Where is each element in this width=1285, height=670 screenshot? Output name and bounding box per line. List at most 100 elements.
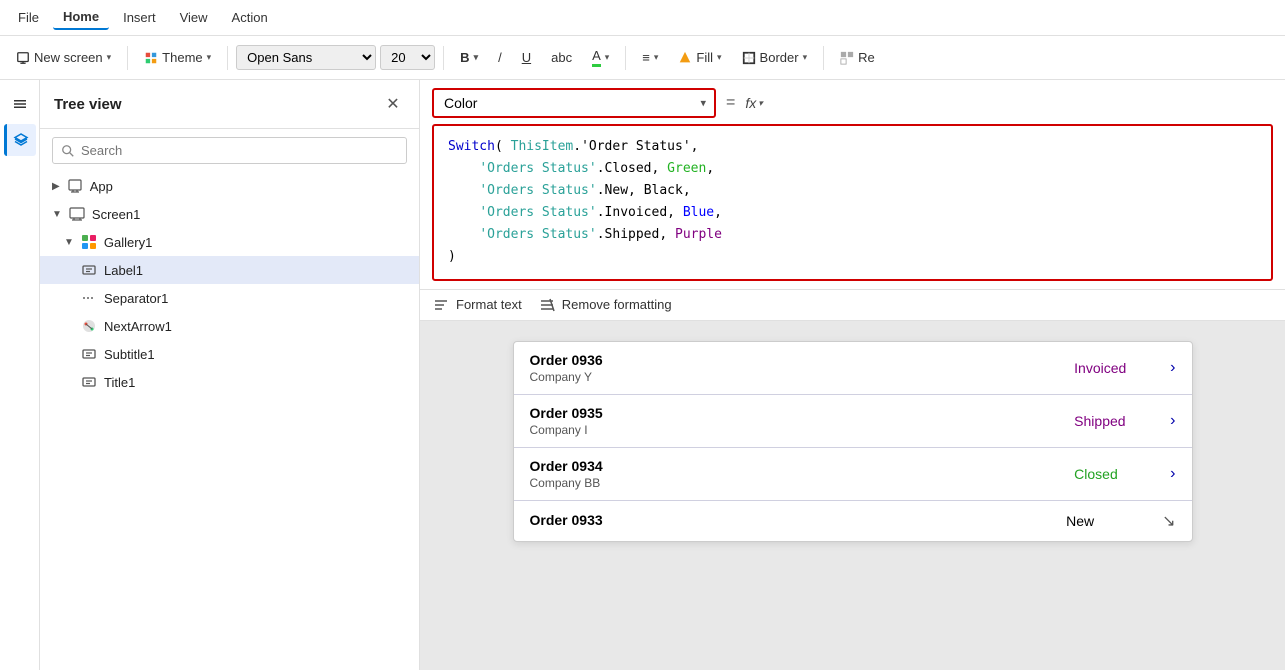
tree-items: ▶ App ▼ Screen1 ▼ Gallery1 — [40, 172, 419, 670]
canvas-area: Order 0936 Company Y Invoiced › Order 09… — [420, 321, 1285, 670]
layers-button[interactable] — [4, 124, 36, 156]
screen1-triangle-icon: ▼ — [52, 209, 62, 220]
subtitle1-icon — [80, 345, 98, 363]
tree-item-label1[interactable]: Label1 — [40, 256, 419, 284]
fill-label: Fill — [696, 50, 713, 65]
order-num-1: Order 0936 — [530, 352, 1059, 368]
tree-item-separator1-label: Separator1 — [104, 291, 168, 306]
new-screen-chevron-icon: ▾ — [107, 52, 112, 63]
tree-item-app-label: App — [90, 179, 113, 194]
main-layout: Tree view ✕ ▶ App ▼ Screen1 — [0, 80, 1285, 670]
order-company-1: Company Y — [530, 370, 1059, 384]
strikethrough-button[interactable]: abc — [543, 46, 580, 69]
menu-insert[interactable]: Insert — [113, 6, 166, 29]
font-color-label: A — [592, 48, 601, 67]
status-badge-4: New — [1066, 513, 1146, 529]
tree-item-app[interactable]: ▶ App — [40, 172, 419, 200]
table-row[interactable]: Order 0935 Company I Shipped › — [514, 395, 1192, 448]
format-text-icon — [432, 296, 450, 314]
font-select[interactable]: Open Sans — [236, 45, 376, 70]
theme-button[interactable]: Theme ▾ — [136, 46, 219, 69]
tree-item-screen1[interactable]: ▼ Screen1 — [40, 200, 419, 228]
new-screen-button[interactable]: New screen ▾ — [8, 46, 119, 69]
fill-chevron-icon: ▾ — [717, 52, 722, 63]
border-button[interactable]: Border ▾ — [734, 46, 816, 69]
tree-item-gallery1-label: Gallery1 — [104, 235, 152, 250]
hamburger-menu-button[interactable] — [4, 88, 36, 120]
toolbar-sep-3 — [443, 46, 444, 70]
toolbar-sep-4 — [625, 46, 626, 70]
property-select[interactable]: Color — [434, 90, 714, 116]
left-icon-bar — [0, 80, 40, 670]
order-company-2: Company I — [530, 423, 1059, 437]
font-size-select[interactable]: 20 — [380, 45, 435, 70]
app-preview: Order 0936 Company Y Invoiced › Order 09… — [513, 341, 1193, 542]
app-icon — [66, 177, 84, 195]
right-area: Color ▾ = fx ▾ Switch( ThisItem.'Order S… — [420, 80, 1285, 670]
chevron-right-icon-2: › — [1170, 412, 1175, 430]
italic-label: / — [498, 50, 502, 65]
status-badge-2: Shipped — [1074, 413, 1154, 429]
tree-item-label1-label: Label1 — [104, 263, 143, 278]
chevron-right-icon-1: › — [1170, 359, 1175, 377]
order-num-4: Order 0933 — [530, 512, 1051, 528]
remove-formatting-button[interactable]: Remove formatting — [538, 296, 672, 314]
border-label: Border — [760, 50, 799, 65]
formula-line-2: 'Orders Status'.Closed, Green, — [448, 158, 1257, 180]
tree-item-title1-label: Title1 — [104, 375, 135, 390]
fx-label: fx — [745, 95, 756, 111]
fill-button[interactable]: Fill ▾ — [670, 46, 729, 69]
tree-item-subtitle1[interactable]: Subtitle1 — [40, 340, 419, 368]
fx-button[interactable]: fx ▾ — [745, 95, 762, 111]
nextarrow1-icon — [80, 317, 98, 335]
toolbar-sep-1 — [127, 46, 128, 70]
align-button[interactable]: ≡ ▾ — [634, 46, 666, 69]
theme-label: Theme — [162, 50, 202, 65]
tree-item-subtitle1-label: Subtitle1 — [104, 347, 155, 362]
formula-code-block[interactable]: Switch( ThisItem.'Order Status', 'Orders… — [432, 124, 1273, 281]
order-info-2: Order 0935 Company I — [530, 405, 1059, 437]
tree-item-nextarrow1[interactable]: NextArrow1 — [40, 312, 419, 340]
tree-item-title1[interactable]: Title1 — [40, 368, 419, 396]
order-num-3: Order 0934 — [530, 458, 1059, 474]
table-row[interactable]: Order 0934 Company BB Closed › — [514, 448, 1192, 501]
menu-home[interactable]: Home — [53, 5, 109, 30]
chevron-down-icon-4: ↘ — [1162, 511, 1175, 531]
italic-button[interactable]: / — [490, 46, 510, 69]
tree-item-separator1[interactable]: Separator1 — [40, 284, 419, 312]
font-color-button[interactable]: A ▾ — [584, 44, 617, 71]
table-row[interactable]: Order 0933 New ↘ — [514, 501, 1192, 541]
format-text-button[interactable]: Format text — [432, 296, 522, 314]
separator1-icon — [80, 289, 98, 307]
order-company-3: Company BB — [530, 476, 1059, 490]
tree-item-screen1-label: Screen1 — [92, 207, 140, 222]
new-screen-label: New screen — [34, 50, 103, 65]
align-label: ≡ — [642, 50, 650, 65]
equals-sign: = — [722, 94, 739, 112]
order-info-1: Order 0936 Company Y — [530, 352, 1059, 384]
menu-action[interactable]: Action — [222, 6, 278, 29]
bold-button[interactable]: B ▾ — [452, 46, 486, 69]
underline-label: U — [522, 50, 531, 65]
search-input[interactable] — [81, 143, 398, 158]
reorder-button[interactable]: Re — [832, 46, 883, 69]
formula-line-5: 'Orders Status'.Shipped, Purple — [448, 224, 1257, 246]
toolbar-sep-2 — [227, 46, 228, 70]
status-badge-3: Closed — [1074, 466, 1154, 482]
remove-formatting-label: Remove formatting — [562, 297, 672, 312]
menu-file[interactable]: File — [8, 6, 49, 29]
search-icon — [61, 144, 75, 158]
tree-view-title: Tree view — [54, 96, 122, 113]
label1-icon — [80, 261, 98, 279]
gallery1-icon — [80, 233, 98, 251]
formula-line-3: 'Orders Status'.New, Black, — [448, 180, 1257, 202]
underline-button[interactable]: U — [514, 46, 539, 69]
tree-item-gallery1[interactable]: ▼ Gallery1 — [40, 228, 419, 256]
tree-close-button[interactable]: ✕ — [381, 92, 405, 116]
property-select-wrapper: Color ▾ — [432, 88, 716, 118]
table-row[interactable]: Order 0936 Company Y Invoiced › — [514, 342, 1192, 395]
gallery1-triangle-icon: ▼ — [64, 237, 74, 248]
menu-view[interactable]: View — [170, 6, 218, 29]
fx-chevron-icon: ▾ — [758, 98, 763, 109]
theme-chevron-icon: ▾ — [207, 52, 212, 63]
